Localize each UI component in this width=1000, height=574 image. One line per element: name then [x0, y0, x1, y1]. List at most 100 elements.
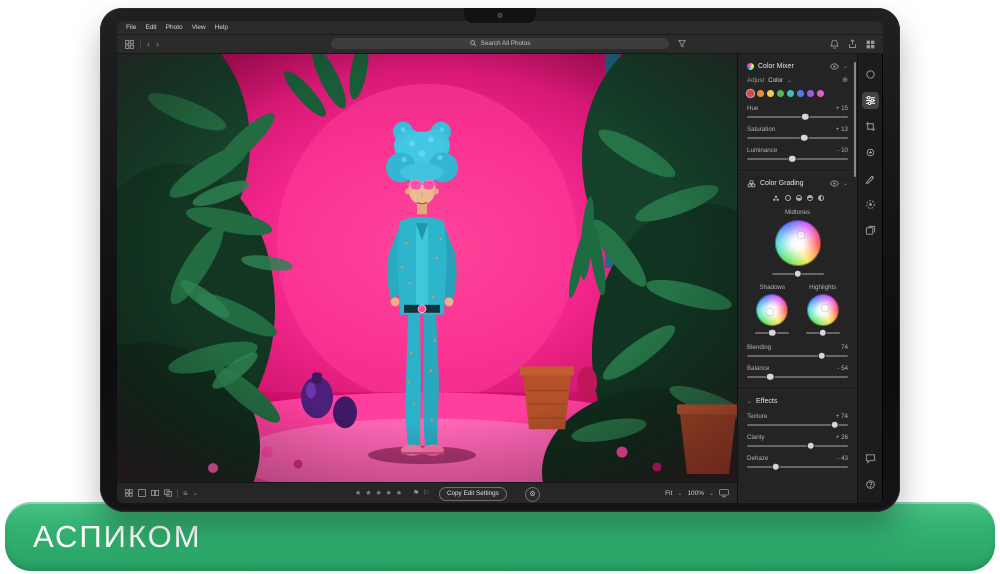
slider-knob[interactable]: [769, 329, 776, 336]
share-icon[interactable]: [848, 39, 857, 49]
edited-photo: [117, 54, 737, 482]
flag-pick-icon[interactable]: ⚑: [413, 489, 419, 497]
healing-icon[interactable]: [862, 144, 879, 161]
three-way-wheels-icon[interactable]: [772, 195, 780, 202]
slider-track[interactable]: [747, 424, 848, 426]
slider-track[interactable]: [747, 116, 848, 118]
color-grading-icon: [747, 180, 756, 188]
flag-reject-icon[interactable]: ⚐: [423, 489, 429, 497]
blending-slider[interactable]: Blending74: [747, 344, 848, 357]
color-mixer-header[interactable]: Color Mixer ⌄: [747, 63, 848, 70]
color-picker-icon[interactable]: ⊕: [842, 76, 848, 84]
photo-canvas[interactable]: [117, 54, 737, 482]
global-range-icon[interactable]: [818, 195, 824, 201]
wheel-knob[interactable]: [798, 232, 805, 239]
sort-button[interactable]: ≡: [183, 489, 188, 498]
color-dot-orange[interactable]: [757, 90, 764, 97]
color-dot-aqua[interactable]: [787, 90, 794, 97]
star-rating[interactable]: ★ ★ ★ ★ ★: [355, 483, 403, 503]
slider-knob[interactable]: [832, 421, 839, 428]
search-input[interactable]: Search All Photos: [331, 38, 669, 49]
saturation-slider[interactable]: Saturation+ 13: [747, 126, 848, 139]
highlights-color-wheel[interactable]: [807, 294, 839, 326]
color-dot-purple[interactable]: [807, 90, 814, 97]
search-icon: [470, 40, 477, 47]
back-button[interactable]: ‹: [147, 40, 150, 49]
fit-label[interactable]: Fit: [665, 490, 672, 497]
slider-track[interactable]: [747, 158, 848, 160]
luminance-slider[interactable]: Luminance- 10: [747, 147, 848, 160]
filter-icon[interactable]: [678, 40, 686, 48]
expand-caret-icon[interactable]: ⌄: [747, 398, 752, 405]
balance-slider[interactable]: Balance- 54: [747, 365, 848, 378]
help-icon[interactable]: [862, 476, 879, 493]
monitor-icon[interactable]: [719, 489, 729, 498]
slider-knob[interactable]: [767, 373, 774, 380]
slider-knob[interactable]: [820, 329, 827, 336]
masking-icon[interactable]: [862, 196, 879, 213]
edit-sliders-icon[interactable]: [862, 92, 879, 109]
midtones-luminance-slider[interactable]: [772, 273, 824, 275]
highlights-range-icon[interactable]: [807, 195, 813, 201]
dehaze-slider[interactable]: Dehaze- 43: [747, 455, 848, 468]
forward-button[interactable]: ›: [156, 40, 159, 49]
clarity-slider[interactable]: Clarity+ 26: [747, 434, 848, 447]
midtones-color-wheel[interactable]: [775, 220, 821, 266]
hue-slider[interactable]: Hue+ 15: [747, 105, 848, 118]
zoom-value[interactable]: 100%: [687, 490, 704, 497]
versions-icon[interactable]: [862, 222, 879, 239]
menu-edit[interactable]: Edit: [145, 24, 156, 31]
texture-slider[interactable]: Texture+ 74: [747, 413, 848, 426]
panel-scrollbar[interactable]: [854, 62, 856, 177]
eye-icon[interactable]: [830, 180, 839, 187]
slider-knob[interactable]: [807, 442, 814, 449]
shadows-range-icon[interactable]: [785, 195, 791, 201]
color-grading-header[interactable]: Color Grading ⌄: [747, 180, 848, 188]
grid-view-mode-icon[interactable]: [125, 489, 133, 497]
slider-track[interactable]: [747, 137, 848, 139]
collapse-caret-icon[interactable]: ⌄: [843, 63, 848, 70]
effects-header[interactable]: ⌄ Effects: [747, 398, 848, 405]
profile-icon[interactable]: [862, 66, 879, 83]
brush-icon[interactable]: [862, 170, 879, 187]
slider-knob[interactable]: [801, 134, 808, 141]
midtones-range-icon[interactable]: [796, 195, 802, 201]
slider-knob[interactable]: [802, 113, 809, 120]
shadows-color-wheel[interactable]: [756, 294, 788, 326]
slider-knob[interactable]: [773, 463, 780, 470]
wheel-knob[interactable]: [822, 304, 829, 311]
settings-gear-button[interactable]: ⚙: [525, 487, 540, 502]
slider-knob[interactable]: [794, 270, 801, 277]
library-grid-icon[interactable]: [125, 40, 134, 49]
color-dot-blue[interactable]: [797, 90, 804, 97]
menu-file[interactable]: File: [126, 24, 136, 31]
slider-track[interactable]: [747, 355, 848, 357]
menu-photo[interactable]: Photo: [166, 24, 183, 31]
color-dot-red[interactable]: [747, 90, 754, 97]
slider-track[interactable]: [747, 466, 848, 468]
wheel-knob[interactable]: [767, 309, 774, 316]
slider-track[interactable]: [747, 376, 848, 378]
highlights-luminance-slider[interactable]: [806, 332, 840, 334]
menu-view[interactable]: View: [192, 24, 206, 31]
notifications-bell-icon[interactable]: [830, 39, 839, 49]
slider-track[interactable]: [747, 445, 848, 447]
crop-icon[interactable]: [862, 118, 879, 135]
shadows-luminance-slider[interactable]: [755, 332, 789, 334]
slider-knob[interactable]: [818, 352, 825, 359]
adjust-caret-icon: ⌄: [787, 77, 792, 84]
collapse-caret-icon[interactable]: ⌄: [843, 180, 848, 187]
color-dot-magenta[interactable]: [817, 90, 824, 97]
survey-view-mode-icon[interactable]: [164, 489, 172, 497]
color-dot-green[interactable]: [777, 90, 784, 97]
compare-view-mode-icon[interactable]: [151, 489, 159, 497]
loupe-view-mode-icon[interactable]: [138, 489, 146, 497]
slider-knob[interactable]: [789, 155, 796, 162]
grid-view-icon[interactable]: [866, 40, 875, 49]
adjust-mode-select[interactable]: Color: [768, 77, 783, 84]
color-dot-yellow[interactable]: [767, 90, 774, 97]
menu-help[interactable]: Help: [215, 24, 228, 31]
comments-icon[interactable]: [862, 450, 879, 467]
eye-icon[interactable]: [830, 63, 839, 70]
copy-edit-settings-button[interactable]: Copy Edit Settings: [439, 487, 507, 501]
